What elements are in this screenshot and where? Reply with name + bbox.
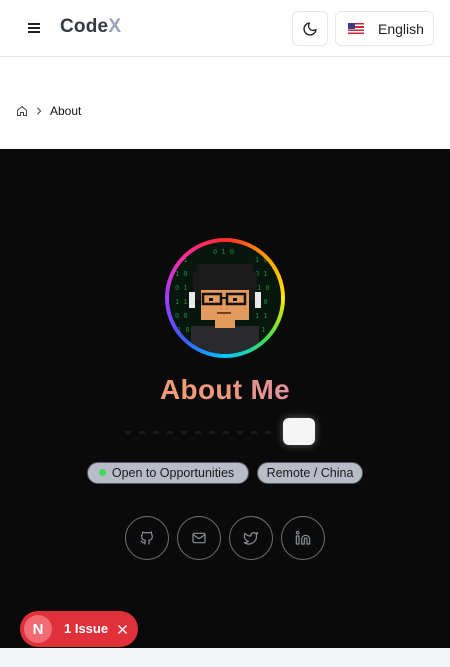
nextjs-logo-badge: N: [24, 615, 52, 643]
pixel-avatar-illustration: 0 11 00 11 10 01 0 1 00 11 00 01 10 1 0 …: [169, 242, 281, 354]
twitter-link-button[interactable]: [229, 516, 273, 560]
svg-text:1 0: 1 0: [255, 256, 268, 264]
github-link-button[interactable]: [125, 516, 169, 560]
brand-accent: X: [108, 16, 122, 37]
linkedin-link-button[interactable]: [281, 516, 325, 560]
location-badge: Remote / China: [257, 462, 363, 484]
avatar: 0 11 00 11 10 01 0 1 00 11 00 01 10 1 0 …: [165, 238, 285, 358]
close-icon: [117, 624, 127, 634]
chevron-right-icon: [37, 107, 42, 115]
home-breadcrumb-link[interactable]: [16, 105, 28, 117]
svg-text:0 0: 0 0: [175, 312, 188, 320]
issue-count-label: 1 Issue: [64, 621, 109, 636]
svg-text:1 1: 1 1: [175, 298, 188, 306]
close-issues-button[interactable]: [114, 621, 130, 637]
online-status-dot: [99, 469, 106, 476]
svg-text:1 0: 1 0: [177, 326, 190, 334]
page-footer-edge: [0, 648, 450, 667]
svg-text:0 1 0: 0 1 0: [213, 248, 234, 256]
svg-text:0 1: 0 1: [175, 284, 188, 292]
typing-placeholder-line: [125, 431, 275, 434]
github-icon: [140, 531, 153, 545]
language-label: English: [378, 20, 424, 37]
typing-cursor: [283, 418, 315, 445]
issues-toast[interactable]: N 1 Issue: [20, 611, 138, 647]
mail-icon: [192, 532, 206, 544]
twitter-icon: [243, 532, 259, 545]
language-selector[interactable]: English: [335, 11, 434, 46]
top-navbar: CodeX English: [0, 0, 450, 57]
svg-text:1 0: 1 0: [257, 284, 270, 292]
page-title: About Me: [0, 374, 450, 406]
breadcrumb: About: [16, 103, 81, 119]
svg-text:1 0: 1 0: [175, 270, 188, 278]
linkedin-icon: [295, 530, 311, 545]
brand-name: Code: [60, 16, 109, 37]
svg-text:1 1: 1 1: [255, 312, 268, 320]
badge-label: Open to Opportunities: [111, 466, 235, 480]
brand-logo[interactable]: CodeX: [60, 16, 121, 38]
email-link-button[interactable]: [177, 516, 221, 560]
hamburger-icon: [28, 23, 40, 33]
home-icon: [17, 106, 27, 116]
badge-label: Remote / China: [266, 466, 354, 480]
theme-toggle-button[interactable]: [292, 11, 328, 46]
moon-icon: [303, 21, 317, 36]
breadcrumb-current: About: [50, 104, 82, 118]
status-badge-open: Open to Opportunities: [87, 462, 249, 484]
menu-button[interactable]: [24, 18, 44, 38]
avatar-image: 0 11 00 11 10 01 0 1 00 11 00 01 10 1 0 …: [169, 242, 281, 354]
us-flag-icon: [348, 23, 364, 34]
